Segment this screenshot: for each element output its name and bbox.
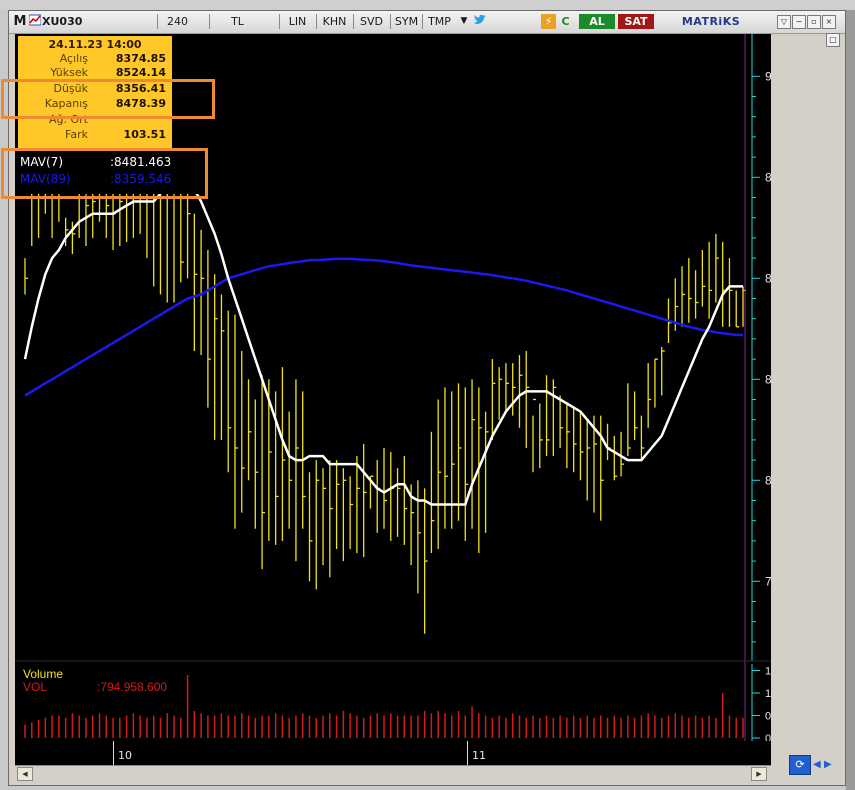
tick-divider xyxy=(467,741,468,765)
currency-field[interactable]: TL xyxy=(209,14,265,29)
lin-button[interactable]: LIN xyxy=(279,14,315,29)
nav-next-icon[interactable]: ▶ xyxy=(824,759,832,770)
close-icon[interactable]: × xyxy=(822,15,836,29)
price-tick-label: 9000. xyxy=(765,69,771,83)
bar-date: 24.11.23 14:00 xyxy=(48,38,142,51)
change-label: Fark xyxy=(65,128,88,141)
chart-type-icon[interactable] xyxy=(28,14,42,29)
scroll-right-icon[interactable]: ▶ xyxy=(751,767,767,781)
maximize-icon[interactable]: □ xyxy=(826,33,840,47)
sym-button[interactable]: SYM xyxy=(390,14,422,29)
dash-icon[interactable]: − xyxy=(792,15,806,29)
chart-toolbar: M XU030 240 TL LIN KHN SVD SYM TMP ▼ ⚡ C… xyxy=(9,11,845,34)
al-buy-button[interactable]: AL xyxy=(579,14,615,29)
price-tick-label: 8250. xyxy=(765,372,771,386)
horizontal-scrollbar[interactable]: ◀ ▶ xyxy=(15,765,771,781)
volume-tick-label: 0 xyxy=(765,733,771,741)
time-axis: 10 11 xyxy=(15,741,771,765)
sat-sell-button[interactable]: SAT xyxy=(618,14,654,29)
minimize-icon[interactable]: ▽ xyxy=(777,15,791,29)
volume-title: Volume xyxy=(23,667,63,681)
restore-icon[interactable]: ▫ xyxy=(807,15,821,29)
x-tick-label-10: 10 xyxy=(118,749,132,762)
high-value: 8524.14 xyxy=(115,66,166,79)
symbol-field[interactable]: XU030 xyxy=(42,14,86,29)
volume-tick-label: 1.5 Mr xyxy=(765,666,771,678)
high-label: Yüksek xyxy=(50,66,88,79)
highlight-box-low-close xyxy=(1,79,215,119)
nav-prev-icon[interactable]: ◀ xyxy=(813,759,821,770)
change-row: Fark 103.51 xyxy=(18,127,172,142)
svd-button[interactable]: SVD xyxy=(353,14,389,29)
volume-tick-label: 1. Mr xyxy=(765,688,771,700)
link-icon[interactable]: ⟳ xyxy=(789,755,811,775)
volume-tick-label: 0.5 Mr xyxy=(765,711,771,723)
vol-value: :794.958.600 xyxy=(97,680,167,694)
change-value: 103.51 xyxy=(123,128,166,141)
price-tick-label: 8500. xyxy=(765,271,771,285)
highlight-box-indicators xyxy=(1,148,208,199)
chart-window: M XU030 240 TL LIN KHN SVD SYM TMP ▼ ⚡ C… xyxy=(1,10,846,786)
vol-label: VOL xyxy=(23,680,47,694)
m-icon[interactable]: M xyxy=(13,14,27,29)
background-top xyxy=(0,0,855,10)
price-tick-label: 8750. xyxy=(765,170,771,184)
tmp-button[interactable]: TMP xyxy=(422,14,456,29)
open-row: Açılış 8374.85 xyxy=(18,51,172,66)
khn-button[interactable]: KHN xyxy=(316,14,352,29)
matriks-logo: MATRiKS xyxy=(681,15,741,28)
tick-divider xyxy=(113,741,114,765)
dropdown-icon[interactable]: ▼ xyxy=(457,14,471,29)
period-field[interactable]: 240 xyxy=(157,14,197,29)
twitter-bird-icon[interactable] xyxy=(472,14,488,29)
lightning-icon[interactable]: ⚡ xyxy=(541,14,556,29)
price-tick-label: 8000. xyxy=(765,473,771,487)
scroll-left-icon[interactable]: ◀ xyxy=(17,767,33,781)
x-tick-label-11: 11 xyxy=(472,749,486,762)
open-label: Açılış xyxy=(59,52,88,65)
open-value: 8374.85 xyxy=(115,52,166,65)
refresh-icon[interactable]: C xyxy=(558,14,573,29)
price-tick-label: 7750. xyxy=(765,574,771,588)
right-edge-strip xyxy=(846,10,855,790)
high-row: Yüksek 8524.14 xyxy=(18,65,172,80)
